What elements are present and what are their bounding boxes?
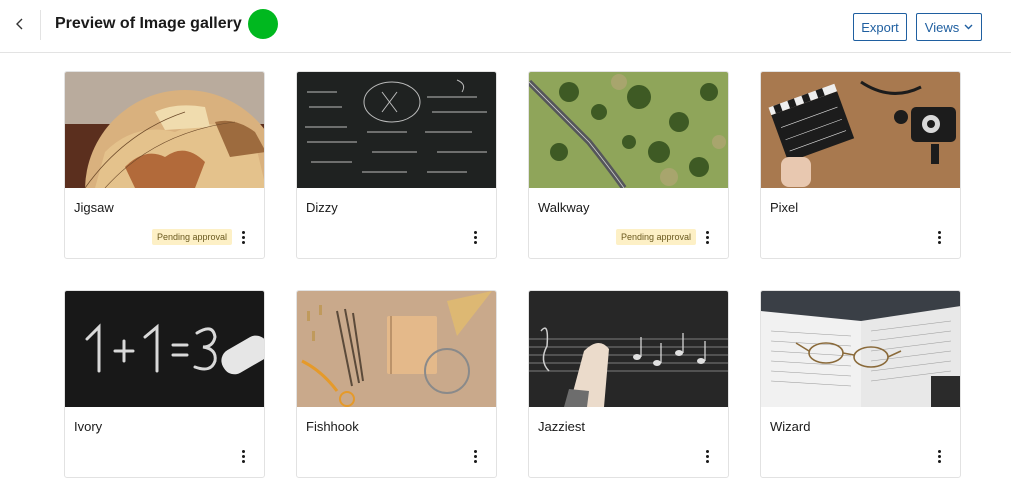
- gallery-card[interactable]: Dizzy: [296, 71, 497, 259]
- kebab-dot: [241, 230, 245, 234]
- gallery-thumbnail: [529, 291, 728, 407]
- page-title: Preview of Image gallery: [55, 15, 242, 32]
- gallery-thumbnail: [761, 291, 960, 407]
- kebab-dot: [473, 449, 477, 453]
- kebab-dot: [705, 459, 709, 463]
- chevron-left-icon: [16, 18, 23, 30]
- kebab-dot: [473, 454, 477, 458]
- kebab-dot: [937, 459, 941, 463]
- kebab-dot: [473, 240, 477, 244]
- pending-approval-badge: Pending approval: [616, 229, 697, 245]
- kebab-dot: [241, 449, 245, 453]
- card-title: Jigsaw: [74, 200, 114, 215]
- kebab-dot: [937, 240, 941, 244]
- kebab-dot: [473, 230, 477, 234]
- card-title: Pixel: [770, 200, 799, 215]
- chevron-down-icon: [964, 24, 973, 30]
- more-options-button[interactable]: [933, 228, 945, 246]
- gallery-card[interactable]: Walkway Pending approval: [528, 71, 729, 259]
- gallery-thumbnail: [297, 291, 496, 407]
- kebab-dot: [241, 459, 245, 463]
- status-indicator: [248, 9, 278, 39]
- gallery-thumbnail: [761, 72, 960, 188]
- card-title: Walkway: [538, 200, 590, 215]
- kebab-dot: [705, 235, 709, 239]
- export-button[interactable]: Export: [853, 13, 907, 41]
- kebab-dot: [937, 235, 941, 239]
- kebab-dot: [705, 449, 709, 453]
- more-options-button[interactable]: [469, 228, 481, 246]
- gallery-card[interactable]: Jigsaw Pending approval: [64, 71, 265, 259]
- gallery-thumbnail: [529, 72, 728, 188]
- kebab-dot: [705, 230, 709, 234]
- back-button[interactable]: [8, 12, 32, 36]
- kebab-dot: [705, 454, 709, 458]
- views-dropdown-button[interactable]: Views: [916, 13, 982, 41]
- kebab-dot: [937, 230, 941, 234]
- kebab-dot: [241, 235, 245, 239]
- card-title: Fishhook: [306, 419, 359, 434]
- gallery-thumbnail: [65, 72, 264, 188]
- more-options-button[interactable]: [469, 447, 481, 465]
- kebab-dot: [473, 235, 477, 239]
- page-header: Preview of Image gallery Export Views: [0, 0, 1011, 53]
- kebab-dot: [241, 454, 245, 458]
- export-button-label: Export: [861, 19, 899, 35]
- kebab-dot: [241, 240, 245, 244]
- more-options-button[interactable]: [701, 447, 713, 465]
- header-divider: [40, 10, 41, 40]
- gallery-card[interactable]: Ivory: [64, 290, 265, 478]
- card-title: Dizzy: [306, 200, 338, 215]
- gallery-card[interactable]: Jazziest: [528, 290, 729, 478]
- kebab-dot: [937, 454, 941, 458]
- gallery-thumbnail: [297, 72, 496, 188]
- kebab-dot: [473, 459, 477, 463]
- card-title: Jazziest: [538, 419, 585, 434]
- more-options-button[interactable]: [237, 228, 249, 246]
- kebab-dot: [705, 240, 709, 244]
- more-options-button[interactable]: [933, 447, 945, 465]
- more-options-button[interactable]: [701, 228, 713, 246]
- card-title: Ivory: [74, 419, 103, 434]
- gallery-thumbnail: [65, 291, 264, 407]
- more-options-button[interactable]: [237, 447, 249, 465]
- kebab-dot: [937, 449, 941, 453]
- card-title: Wizard: [770, 419, 811, 434]
- pending-approval-badge: Pending approval: [152, 229, 233, 245]
- gallery-card[interactable]: Wizard: [760, 290, 961, 478]
- gallery-card[interactable]: Pixel: [760, 71, 961, 259]
- views-button-label: Views: [924, 19, 960, 35]
- gallery-card[interactable]: Fishhook: [296, 290, 497, 478]
